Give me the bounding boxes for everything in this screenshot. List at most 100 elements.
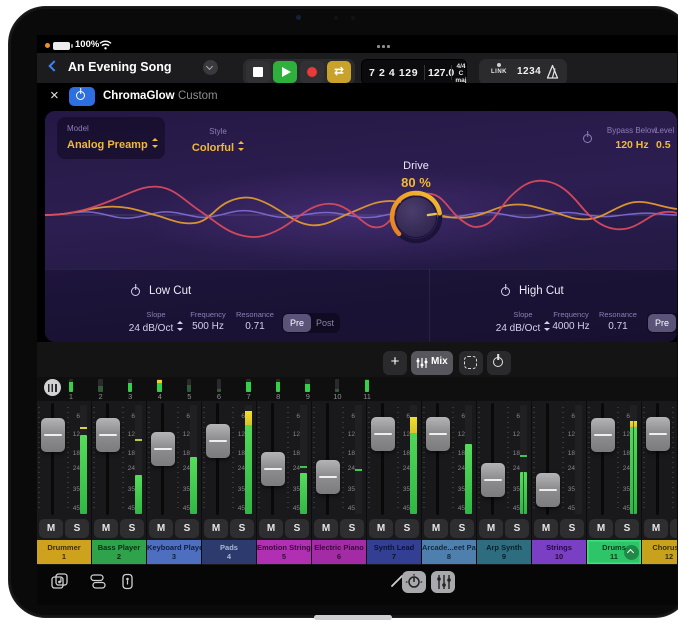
nav-track-2[interactable]: 2 [91, 377, 111, 401]
nav-track-10[interactable]: 10 [327, 377, 347, 401]
solo-button[interactable]: S [450, 519, 474, 538]
fader-handle[interactable] [536, 473, 560, 507]
post-button[interactable]: Post [311, 314, 339, 332]
solo-button[interactable]: S [65, 519, 89, 538]
track-label[interactable]: Emotion Strings5 [257, 540, 311, 564]
track-label[interactable]: Pads4 [202, 540, 256, 564]
track-label[interactable]: Keyboard Player3 [147, 540, 201, 564]
nav-track-11[interactable]: 11 [357, 377, 377, 401]
nav-track-9[interactable]: 9 [298, 377, 318, 401]
master-button[interactable] [44, 379, 61, 396]
track-label[interactable]: Synth Lead7 [367, 540, 421, 564]
solo-button[interactable]: S [505, 519, 529, 538]
nav-track-5[interactable]: 5 [179, 377, 199, 401]
back-button[interactable] [48, 60, 59, 71]
lcd-display[interactable]: 7 2 4 129 127.0 4/4 C maj [361, 59, 467, 85]
solo-button[interactable]: S [120, 519, 144, 538]
fader-handle[interactable] [261, 452, 285, 486]
track-label[interactable]: Strings10 [532, 540, 586, 564]
mixer-power-button[interactable] [487, 351, 511, 375]
fader-handle[interactable] [41, 418, 65, 452]
mute-button[interactable]: M [149, 519, 173, 538]
solo-button[interactable]: S [395, 519, 419, 538]
solo-button[interactable]: S [670, 519, 677, 538]
track-label[interactable]: Bass Player2 [92, 540, 146, 564]
fader-handle[interactable] [316, 460, 340, 494]
nav-track-6[interactable]: 6 [209, 377, 229, 401]
post-button[interactable]: Post [676, 314, 677, 332]
low-cut-power-icon[interactable] [131, 287, 140, 296]
mute-button[interactable]: M [644, 519, 668, 538]
fader-handle[interactable] [646, 417, 670, 451]
count-in-button[interactable]: 1234 [517, 66, 541, 77]
mute-button[interactable]: M [259, 519, 283, 538]
fader-track[interactable] [491, 403, 494, 515]
track-label[interactable]: Arp Synth9 [477, 540, 531, 564]
nav-track-4[interactable]: 4 [150, 377, 170, 401]
plugin-preset[interactable]: Custom [178, 90, 218, 102]
mute-button[interactable]: M [534, 519, 558, 538]
pre-button[interactable]: Pre [283, 314, 311, 332]
stop-button[interactable] [246, 61, 270, 83]
track-label[interactable]: Electric Piano6 [312, 540, 366, 564]
nav-track-1[interactable]: 1 [61, 377, 81, 401]
browser-icon[interactable] [89, 573, 106, 590]
high-cut-resonance[interactable]: 0.71 [580, 321, 656, 332]
fader-track[interactable] [326, 403, 329, 515]
mute-button[interactable]: M [589, 519, 613, 538]
fader-track[interactable] [216, 403, 219, 515]
fader-handle[interactable] [151, 432, 175, 466]
record-button[interactable] [300, 61, 324, 83]
nav-track-7[interactable]: 7 [239, 377, 259, 401]
mute-button[interactable]: M [369, 519, 393, 538]
solo-button[interactable]: S [285, 519, 309, 538]
nav-track-3[interactable]: 3 [120, 377, 140, 401]
track-label[interactable]: Arcade...eet Pad8 [422, 540, 476, 564]
track-label[interactable]: Drums11 [587, 540, 641, 564]
fader-handle[interactable] [96, 418, 120, 452]
faders-view-button[interactable] [431, 571, 455, 593]
fader-handle[interactable] [426, 417, 450, 451]
collapse-button[interactable] [624, 545, 639, 560]
copy-settings-button[interactable] [459, 351, 483, 375]
bypass-power-icon[interactable] [583, 134, 592, 143]
mute-button[interactable]: M [424, 519, 448, 538]
high-cut-power-icon[interactable] [501, 287, 510, 296]
solo-button[interactable]: S [230, 519, 254, 538]
multitasking-dots-icon[interactable] [377, 45, 393, 48]
solo-button[interactable]: S [560, 519, 584, 538]
controls-view-button[interactable] [402, 571, 426, 593]
mute-button[interactable]: M [94, 519, 118, 538]
track-label[interactable]: Drummer1 [37, 540, 91, 564]
model-selector[interactable]: Model Analog Preamp [57, 117, 165, 159]
nav-track-8[interactable]: 8 [268, 377, 288, 401]
track-label[interactable]: Chorus V12 [642, 540, 677, 564]
fader-handle[interactable] [206, 424, 230, 458]
metronome-icon[interactable] [545, 64, 560, 80]
pre-button[interactable]: Pre [648, 314, 676, 332]
style-selector[interactable]: Style Colorful [175, 117, 261, 159]
mute-button[interactable]: M [479, 519, 503, 538]
plugins-icon[interactable] [121, 573, 134, 590]
solo-button[interactable]: S [615, 519, 639, 538]
fader-handle[interactable] [591, 418, 615, 452]
play-button[interactable] [273, 61, 297, 83]
fader-handle[interactable] [481, 463, 505, 497]
solo-button[interactable]: S [175, 519, 199, 538]
mute-button[interactable]: M [314, 519, 338, 538]
level-value[interactable]: 0.5 [656, 139, 677, 151]
mix-view-button[interactable]: Mix [411, 351, 453, 375]
add-track-button[interactable]: + [383, 351, 407, 375]
drive-knob[interactable] [386, 187, 446, 247]
link-button[interactable]: LINK [487, 63, 511, 75]
mute-button[interactable]: M [204, 519, 228, 538]
cycle-button[interactable]: ⇄ [327, 61, 351, 83]
song-title[interactable]: An Evening Song [68, 60, 171, 74]
close-plugin-button[interactable]: × [50, 87, 59, 104]
loop-browser-icon[interactable] [51, 573, 69, 590]
solo-button[interactable]: S [340, 519, 364, 538]
fader-handle[interactable] [371, 417, 395, 451]
song-menu-button[interactable] [203, 60, 218, 75]
plugin-power-button[interactable] [69, 87, 95, 106]
mute-button[interactable]: M [39, 519, 63, 538]
